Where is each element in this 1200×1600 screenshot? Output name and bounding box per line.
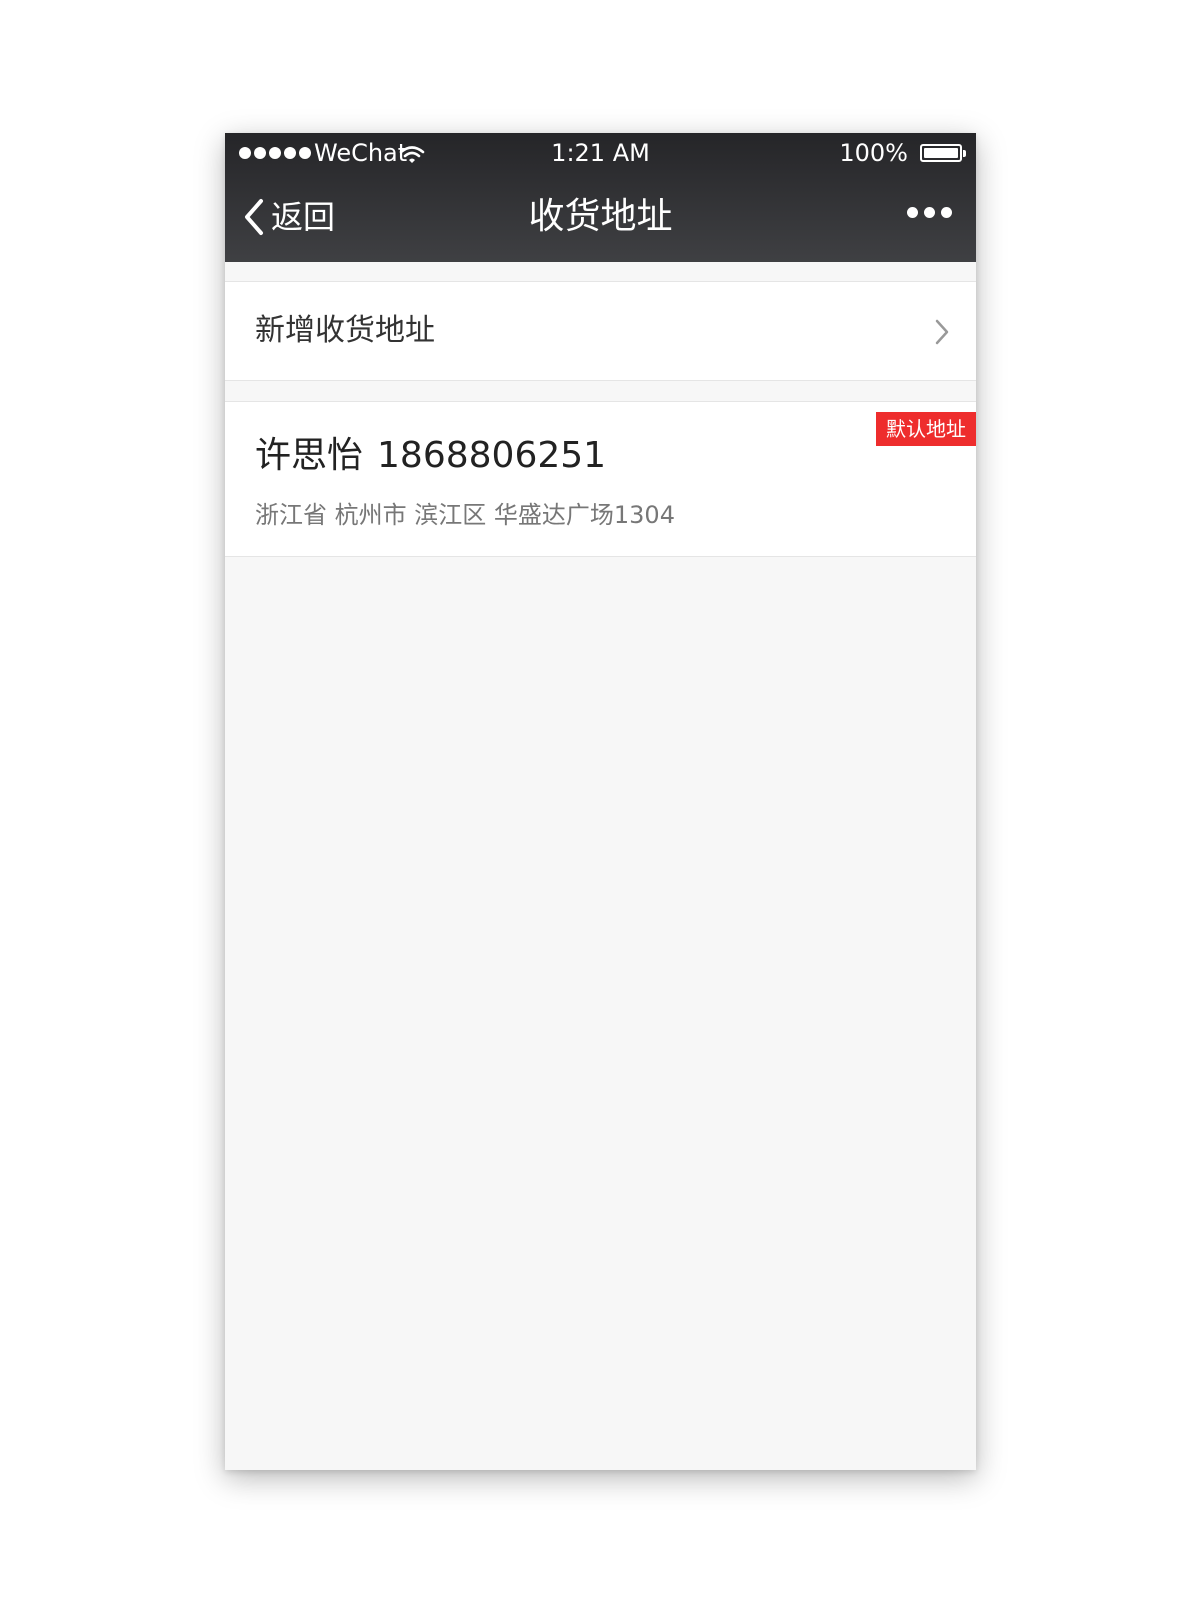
- battery-tip: [963, 150, 966, 157]
- battery-icon: [920, 144, 962, 162]
- add-address-row[interactable]: 新增收货地址: [225, 281, 976, 381]
- recipient-phone: 1868806251: [377, 435, 607, 476]
- address-card[interactable]: 默认地址 许思怡 1868806251 浙江省 杭州市 滨江区 华盛达广场1304: [225, 401, 976, 557]
- address-text: 浙江省 杭州市 滨江区 华盛达广场1304: [255, 501, 675, 529]
- chevron-right-icon: [934, 318, 950, 350]
- recipient-name: 许思怡: [255, 435, 364, 476]
- add-address-label: 新增收货地址: [255, 313, 435, 348]
- top-bar: WeChat 1:21 AM 100% 返回 收货地址: [225, 133, 976, 262]
- recipient-info: 许思怡 1868806251: [255, 432, 606, 480]
- battery-percentage: 100%: [839, 139, 908, 167]
- navigation-bar: 返回 收货地址: [225, 175, 976, 262]
- status-bar: WeChat 1:21 AM 100%: [225, 133, 976, 175]
- default-address-badge: 默认地址: [876, 412, 976, 446]
- ellipsis-icon: [907, 207, 918, 218]
- battery-level-fill: [924, 148, 958, 158]
- more-options-button[interactable]: [907, 207, 952, 218]
- phone-screen: WeChat 1:21 AM 100% 返回 收货地址 新增收货地址 默认地址 …: [225, 133, 976, 1470]
- page-title: 收货地址: [528, 196, 673, 237]
